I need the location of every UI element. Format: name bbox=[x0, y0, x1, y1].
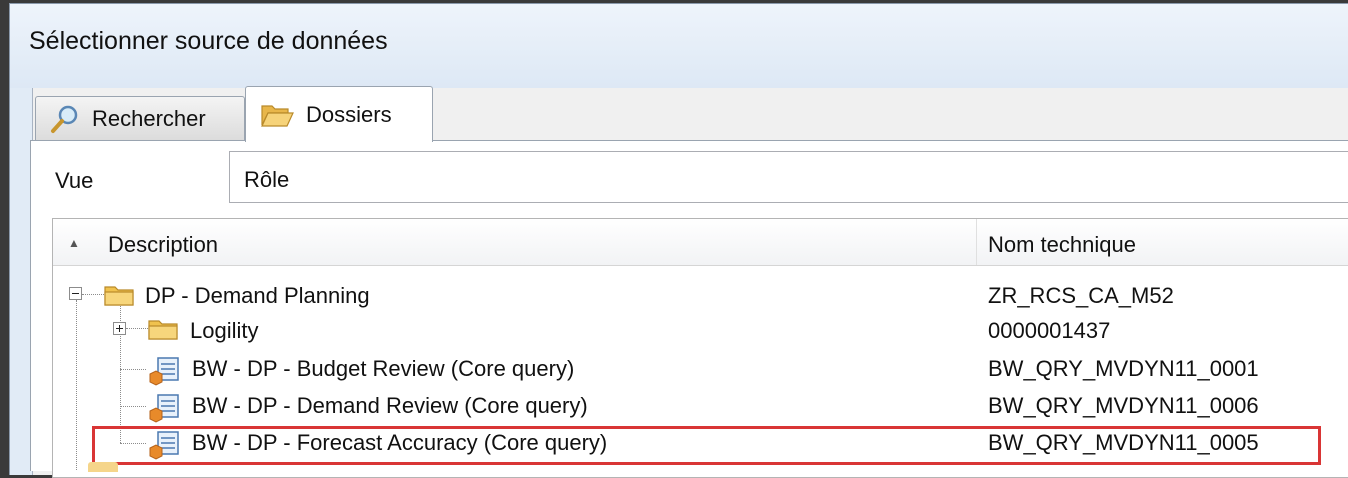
column-header-description[interactable]: Description bbox=[108, 232, 218, 258]
highlight-box bbox=[92, 426, 1321, 465]
search-icon bbox=[50, 104, 80, 134]
query-icon bbox=[149, 394, 179, 423]
collapse-toggle[interactable] bbox=[69, 287, 82, 300]
folder-open-icon bbox=[260, 102, 294, 128]
row-technical-name: BW_QRY_MVDYN11_0006 bbox=[988, 393, 1259, 418]
row-description[interactable]: BW - DP - Demand Review (Core query) bbox=[192, 393, 588, 419]
tree-line bbox=[76, 300, 77, 470]
tab-dossiers[interactable]: Dossiers bbox=[245, 86, 433, 142]
tree-line bbox=[120, 369, 146, 370]
expand-toggle[interactable] bbox=[113, 322, 126, 335]
dialog-title: Sélectionner source de données bbox=[29, 27, 388, 55]
tree-line bbox=[120, 406, 146, 407]
row-technical-name: 0000001437 bbox=[988, 318, 1111, 343]
query-icon bbox=[149, 357, 179, 386]
view-value: Rôle bbox=[244, 167, 290, 192]
column-header-technical-name[interactable]: Nom technique bbox=[988, 232, 1136, 258]
row-description[interactable]: DP - Demand Planning bbox=[145, 283, 370, 309]
header-separator bbox=[976, 219, 977, 265]
sort-ascending-icon: ▲ bbox=[68, 236, 80, 250]
grid-header bbox=[53, 219, 1348, 266]
tab-rechercher-label: Rechercher bbox=[92, 105, 206, 131]
tab-rechercher[interactable]: Rechercher bbox=[35, 96, 245, 140]
row-description[interactable]: BW - DP - Budget Review (Core query) bbox=[192, 356, 574, 382]
view-label: Vue bbox=[55, 168, 94, 193]
folder-icon bbox=[104, 286, 134, 306]
row-description[interactable]: Logility bbox=[190, 318, 258, 344]
row-technical-name: BW_QRY_MVDYN11_0001 bbox=[988, 356, 1259, 381]
view-field[interactable] bbox=[229, 151, 1348, 203]
tab-dossiers-label: Dossiers bbox=[306, 101, 392, 127]
tree-line bbox=[126, 328, 148, 329]
tree-line bbox=[82, 294, 104, 295]
row-technical-name: ZR_RCS_CA_M52 bbox=[988, 283, 1174, 308]
folder-icon bbox=[148, 320, 178, 340]
